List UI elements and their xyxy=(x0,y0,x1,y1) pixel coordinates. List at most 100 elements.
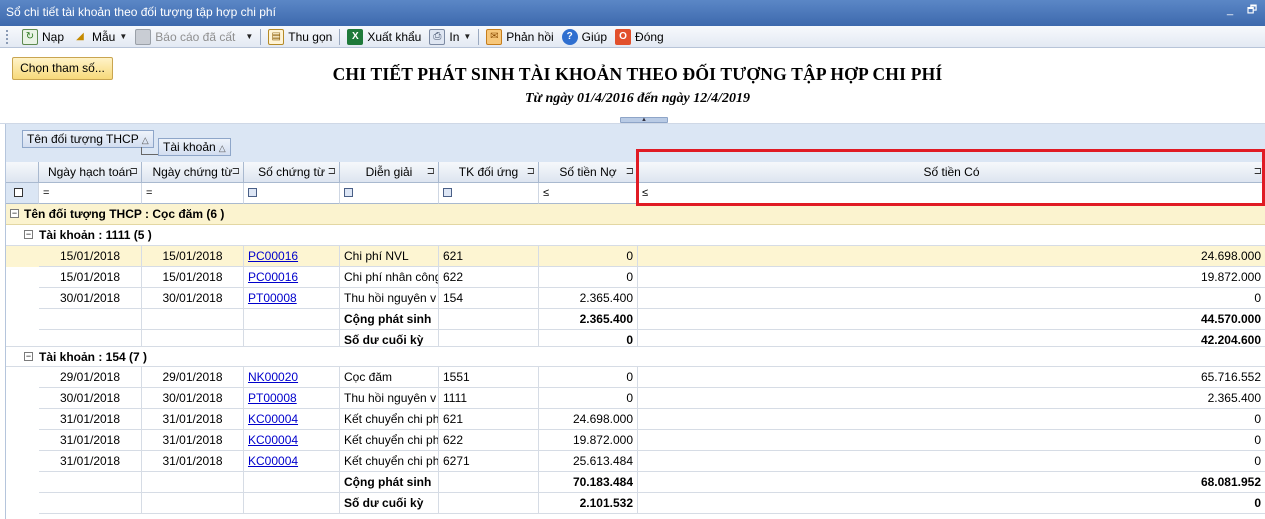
help-label: Giúp xyxy=(581,29,608,44)
header-tk-doi-ung[interactable]: TK đối ứng ⊐ xyxy=(439,162,539,183)
voucher-link[interactable]: KC00004 xyxy=(248,454,298,468)
cell-dien-giai: Chi phí NVL xyxy=(340,246,439,267)
table-row[interactable]: 30/01/2018 30/01/2018 PT00008 Thu hồi ng… xyxy=(6,288,1265,309)
header-label: TK đối ứng xyxy=(458,165,519,179)
table-row[interactable]: 15/01/2018 15/01/2018 PC00016 Chi phí NV… xyxy=(6,246,1265,267)
header-so-tien-co[interactable]: Số tiền Có ⊐ xyxy=(638,162,1265,183)
voucher-link[interactable]: KC00004 xyxy=(248,433,298,447)
header-ngay-hach-toan[interactable]: Ngày hạch toán ⊐ xyxy=(39,162,142,183)
cell-ngay-chung-tu: 29/01/2018 xyxy=(142,367,244,388)
total-row: Cộng phát sinh 2.365.400 44.570.000 xyxy=(6,309,1265,330)
feedback-label: Phản hồi xyxy=(506,29,554,44)
group-chip-account-label: Tài khoản xyxy=(163,140,216,154)
sort-asc-icon: △ xyxy=(141,135,149,145)
print-button[interactable]: ⎙ In ▼ xyxy=(425,27,475,47)
minimize-button[interactable]: _ xyxy=(1223,3,1237,17)
filter-contains-icon[interactable] xyxy=(344,187,353,197)
cell-empty xyxy=(439,493,539,514)
filter-operator[interactable]: ≤ xyxy=(642,183,648,203)
toolbar-separator xyxy=(339,28,341,45)
filter-so-chung-tu[interactable] xyxy=(244,183,340,204)
help-icon: ? xyxy=(561,28,578,45)
pin-icon[interactable]: ⊐ xyxy=(427,162,435,182)
filter-so-tien-co[interactable]: ≤ xyxy=(638,183,1265,204)
filter-ngay-hach-toan[interactable]: = xyxy=(39,183,142,204)
cell-so-tien-co: 0 xyxy=(638,288,1265,309)
header-so-chung-tu[interactable]: Số chứng từ ⊐ xyxy=(244,162,340,183)
table-row[interactable]: 29/01/2018 29/01/2018 NK00020 Cọc đăm 15… xyxy=(6,367,1265,388)
cell-so-tien-no: 0 xyxy=(539,367,638,388)
chevron-down-icon: ▼ xyxy=(119,32,128,41)
voucher-link[interactable]: KC00004 xyxy=(248,412,298,426)
table-row[interactable]: 31/01/2018 31/01/2018 KC00004 Kết chuyển… xyxy=(6,430,1265,451)
cell-dien-giai: Kết chuyển chi ph xyxy=(340,409,439,430)
cell-tk-doi-ung: 1551 xyxy=(439,367,539,388)
total-label: Cộng phát sinh xyxy=(340,309,439,330)
reload-button[interactable]: ↻ Nạp xyxy=(18,27,68,47)
collapse-icon[interactable]: − xyxy=(24,352,33,361)
saved-reports-button[interactable]: Báo cáo đã cất ▼ xyxy=(131,27,257,47)
template-button[interactable]: ◢ Mẫu ▼ xyxy=(68,27,131,47)
cell-ngay-hach-toan: 31/01/2018 xyxy=(39,409,142,430)
pin-icon[interactable]: ⊐ xyxy=(626,162,634,182)
filter-clear-button[interactable] xyxy=(6,183,39,204)
total-label: Cộng phát sinh xyxy=(340,472,439,493)
filter-dien-giai[interactable] xyxy=(340,183,439,204)
cell-empty xyxy=(142,309,244,330)
toolbar-separator xyxy=(260,28,262,45)
pin-icon[interactable]: ⊐ xyxy=(328,162,336,182)
total-co: 68.081.952 xyxy=(638,472,1265,493)
filter-operator[interactable]: ≤ xyxy=(543,183,549,203)
table-row[interactable]: 31/01/2018 31/01/2018 KC00004 Kết chuyển… xyxy=(6,451,1265,472)
group-row-account[interactable]: − Tài khoản : 154 (7 ) xyxy=(6,346,1265,367)
filter-ngay-chung-tu[interactable]: = xyxy=(142,183,244,204)
filter-contains-icon[interactable] xyxy=(443,187,452,197)
close-button[interactable]: O Đóng xyxy=(611,27,668,47)
pin-icon[interactable]: ⊐ xyxy=(130,162,138,182)
collapse-icon[interactable]: − xyxy=(24,230,33,239)
group-row-cost-object[interactable]: − Tên đối tượng THCP : Cọc đăm (6 ) xyxy=(6,204,1265,225)
report-header: Chọn tham số... CHI TIẾT PHÁT SINH TÀI K… xyxy=(0,48,1265,124)
table-row[interactable]: 30/01/2018 30/01/2018 PT00008 Thu hồi ng… xyxy=(6,388,1265,409)
feedback-button[interactable]: ✉ Phản hồi xyxy=(482,27,557,47)
cell-ngay-chung-tu: 30/01/2018 xyxy=(142,388,244,409)
header-label: Ngày chứng từ xyxy=(152,165,233,179)
filter-operator[interactable]: = xyxy=(146,183,152,203)
cell-empty xyxy=(439,472,539,493)
group-row-account[interactable]: − Tài khoản : 1111 (5 ) xyxy=(6,225,1265,246)
voucher-link[interactable]: NK00020 xyxy=(248,370,298,384)
table-row[interactable]: 15/01/2018 15/01/2018 PC00016 Chi phí nh… xyxy=(6,267,1265,288)
filter-operator[interactable]: = xyxy=(43,183,49,203)
filter-tk-doi-ung[interactable] xyxy=(439,183,539,204)
header-ngay-chung-tu[interactable]: Ngày chứng từ ⊐ xyxy=(142,162,244,183)
template-icon: ◢ xyxy=(76,31,84,42)
pin-icon[interactable]: ⊐ xyxy=(232,162,240,182)
pin-icon[interactable]: ⊐ xyxy=(527,162,535,182)
cell-so-chung-tu: PC00016 xyxy=(244,267,340,288)
voucher-link[interactable]: PC00016 xyxy=(248,249,298,263)
cell-so-tien-co: 0 xyxy=(638,451,1265,472)
filter-contains-icon[interactable] xyxy=(248,187,257,197)
filter-so-tien-no[interactable]: ≤ xyxy=(539,183,638,204)
cell-dien-giai: Thu hồi nguyên v xyxy=(340,288,439,309)
voucher-link[interactable]: PT00008 xyxy=(248,391,297,405)
voucher-link[interactable]: PC00016 xyxy=(248,270,298,284)
pin-icon[interactable]: ⊐ xyxy=(1254,162,1262,182)
table-row[interactable]: 31/01/2018 31/01/2018 KC00004 Kết chuyển… xyxy=(6,409,1265,430)
collapse-icon[interactable]: − xyxy=(10,209,19,218)
export-button[interactable]: X Xuất khẩu xyxy=(343,27,425,47)
group-chip-account[interactable]: Tài khoản △ xyxy=(158,138,231,156)
restore-button[interactable]: 🗗 xyxy=(1245,3,1259,17)
splitter-collapse-handle[interactable]: ▲ xyxy=(620,117,668,123)
help-button[interactable]: ? Giúp xyxy=(558,27,611,47)
toolbar-grip[interactable] xyxy=(6,29,10,44)
voucher-link[interactable]: PT00008 xyxy=(248,291,297,305)
header-dien-giai[interactable]: Diễn giải ⊐ xyxy=(340,162,439,183)
cell-so-chung-tu: PT00008 xyxy=(244,388,340,409)
cell-dien-giai: Kết chuyển chi ph xyxy=(340,430,439,451)
cell-ngay-chung-tu: 30/01/2018 xyxy=(142,288,244,309)
cell-so-tien-no: 0 xyxy=(539,246,638,267)
group-chip-cost-object[interactable]: Tên đối tượng THCP △ xyxy=(22,130,154,148)
collapse-button[interactable]: ▤ Thu gọn xyxy=(264,27,336,47)
header-so-tien-no[interactable]: Số tiền Nợ ⊐ xyxy=(539,162,638,183)
